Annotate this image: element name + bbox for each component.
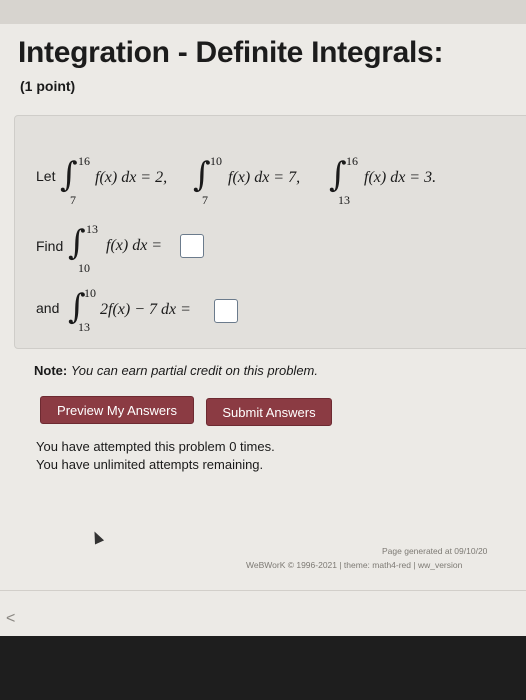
find-integral-upper: 13 bbox=[86, 222, 98, 236]
and-label: and bbox=[36, 300, 60, 316]
integral-sign-1: ∫ bbox=[60, 155, 78, 195]
and-integral-upper: 10 bbox=[84, 286, 96, 300]
attempts-count: You have attempted this problem 0 times. bbox=[36, 439, 275, 454]
integral-3-lower: 13 bbox=[338, 193, 350, 207]
note-label: Note: bbox=[34, 363, 68, 378]
integral-2-expr: f(x) dx = 7, bbox=[228, 169, 301, 186]
integral-3-expr: f(x) dx = 3. bbox=[364, 169, 437, 186]
copyright-text: WeBWorK © 1996-2021 | theme: math4-red |… bbox=[246, 560, 463, 570]
find-integral-lower: 10 bbox=[78, 261, 90, 275]
submit-answers-button[interactable]: Submit Answers bbox=[206, 398, 332, 426]
integral-sign-find: ∫ bbox=[68, 223, 86, 263]
top-browser-bar bbox=[0, 0, 526, 24]
mouse-cursor-icon bbox=[89, 529, 105, 545]
integral-1-upper: 16 bbox=[78, 154, 90, 168]
integral-2-lower: 7 bbox=[202, 193, 208, 207]
answer-input-2[interactable] bbox=[214, 299, 238, 323]
integral-1-expr: f(x) dx = 2, bbox=[95, 169, 168, 186]
attempts-remaining: You have unlimited attempts remaining. bbox=[36, 457, 264, 472]
page-title: Integration - Definite Integrals: bbox=[18, 36, 444, 69]
bottom-toolbar bbox=[0, 636, 526, 700]
preview-answers-button[interactable]: Preview My Answers bbox=[40, 396, 194, 424]
partial-credit-note: Note: You can earn partial credit on thi… bbox=[34, 363, 318, 378]
note-text: You can earn partial credit on this prob… bbox=[70, 363, 318, 378]
find-label: Find bbox=[36, 238, 64, 254]
integral-3-upper: 16 bbox=[346, 154, 358, 168]
and-integral-expr: 2f(x) − 7 dx = bbox=[100, 301, 191, 318]
integral-2-upper: 10 bbox=[210, 154, 222, 168]
find-integral-expr: f(x) dx = bbox=[106, 237, 163, 254]
integral-sign-2: ∫ bbox=[193, 155, 211, 195]
problem-points: (1 point) bbox=[20, 78, 76, 94]
chevron-left-icon[interactable]: < bbox=[6, 610, 15, 628]
page-generated-text: Page generated at 09/10/20 bbox=[382, 546, 488, 556]
answer-input-1[interactable] bbox=[180, 234, 204, 258]
attempts-info: You have attempted this problem 0 times.… bbox=[36, 438, 275, 474]
integral-1-lower: 7 bbox=[70, 193, 76, 207]
divider bbox=[0, 590, 526, 591]
let-label: Let bbox=[36, 168, 56, 184]
integral-sign-3: ∫ bbox=[329, 155, 347, 195]
and-integral-lower: 13 bbox=[78, 320, 90, 334]
